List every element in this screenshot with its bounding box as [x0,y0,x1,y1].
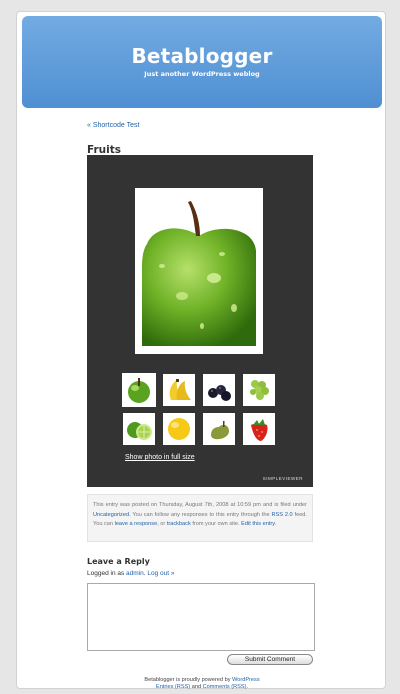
thumb-lemon[interactable] [163,413,195,445]
wordpress-link[interactable]: WordPress [232,677,260,683]
category-link[interactable]: Uncategorized [93,512,129,518]
footer-text: and [190,684,203,690]
main-photo [135,188,263,354]
page-container: Betablogger Just another WordPress weblo… [16,11,387,691]
site-footer: Betablogger is proudly powered by WordPr… [17,677,387,691]
user-link[interactable]: admin [126,570,144,577]
thumb-limes[interactable] [123,413,155,445]
thumb-strawberry[interactable] [243,413,275,445]
thumb-blackberries[interactable] [203,374,235,406]
show-full-size-link[interactable]: Show photo in full size [125,454,195,461]
site-tagline: Just another WordPress weblog [144,70,260,78]
footer-text: Betablogger is proudly powered by [144,677,233,683]
entries-rss-link[interactable]: Entries (RSS) [156,684,190,690]
logout-link[interactable]: Log out » [147,570,174,577]
logged-in-notice: Logged in as admin. Log out » [87,570,175,577]
rss-feed-link[interactable]: RSS 2.0 [271,512,292,518]
submit-comment-button[interactable]: Submit Comment [227,654,313,665]
post-meta: This entry was posted on Thursday, Augus… [87,494,313,542]
gallery-viewer: Show photo in full size SIMPLEVIEWER [87,155,313,487]
footer-text: . [246,684,249,690]
leave-response-link[interactable]: leave a response [115,521,158,527]
trackback-link[interactable]: trackback [167,521,191,527]
site-title[interactable]: Betablogger [22,44,382,68]
simpleviewer-badge[interactable]: SIMPLEVIEWER [263,476,303,481]
meta-text: . You can follow any responses to this e… [129,511,272,518]
meta-text: This entry was posted on Thursday, Augus… [93,502,307,508]
thumb-grapes[interactable] [243,374,275,406]
green-apple-image [142,196,256,346]
meta-text: , or [157,521,167,527]
comments-rss-link[interactable]: Comments (RSS) [203,684,247,690]
reply-heading: Leave a Reply [87,557,150,566]
meta-text: . [274,521,277,527]
comment-textarea[interactable] [87,583,315,651]
previous-post-link[interactable]: « Shortcode Test [87,122,313,129]
thumb-bananas[interactable] [163,374,195,406]
site-header: Betablogger Just another WordPress weblo… [22,16,382,108]
logged-in-label: Logged in as [87,570,127,577]
thumb-pear[interactable] [203,413,235,445]
thumb-green-apple[interactable] [122,373,156,407]
edit-entry-link[interactable]: Edit this entry [241,521,274,527]
meta-text: from your own site. [190,521,242,527]
